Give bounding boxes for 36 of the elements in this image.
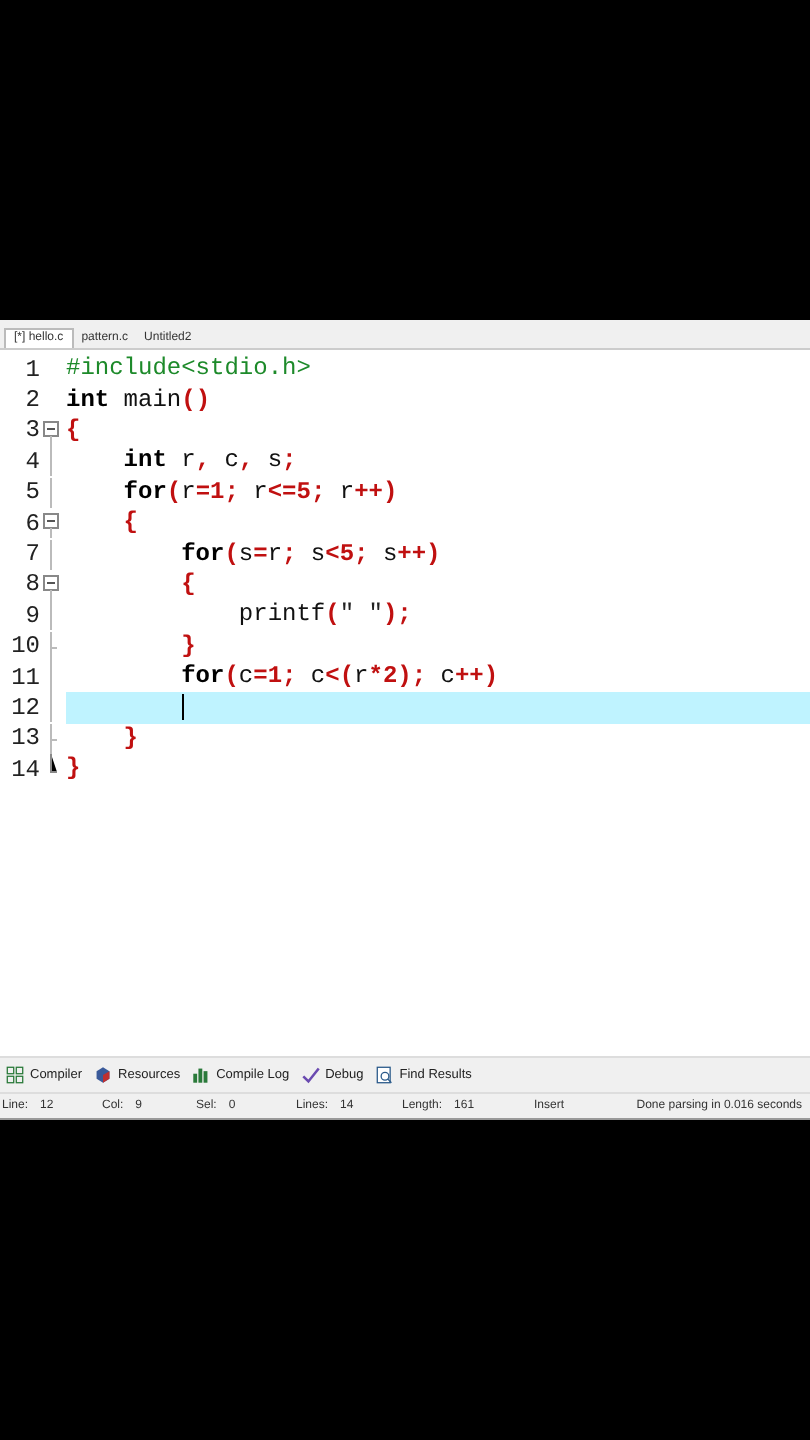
line-number: 1: [23, 355, 40, 384]
line-number: 14: [9, 755, 40, 784]
cube-icon: [94, 1066, 113, 1084]
line-number: 6: [23, 509, 40, 538]
code-line: }: [121, 723, 139, 754]
line-number: 4: [23, 447, 40, 476]
code-line: for(c=1; c<(r*2); c++): [179, 662, 499, 693]
grid-icon: [6, 1066, 24, 1084]
code-line: int r, c, s;: [121, 446, 297, 477]
code-line: }: [66, 754, 81, 785]
line-number: 8: [23, 570, 40, 599]
line-number: 13: [9, 724, 40, 753]
code-line: {: [66, 415, 81, 446]
fold-toggle-icon[interactable]: [42, 569, 60, 600]
find-icon: [375, 1066, 394, 1084]
fold-toggle-icon[interactable]: [42, 415, 60, 446]
code-line: for(r=1; r<=5; r++): [121, 477, 398, 508]
code-line: }: [179, 631, 196, 662]
line-number: 5: [23, 478, 40, 507]
code-line: {: [179, 569, 196, 600]
code-line: int main(): [66, 385, 211, 416]
code-line: #include<stdio.h>: [66, 354, 311, 385]
code-line: {: [121, 508, 139, 539]
bar-chart-icon: [192, 1066, 211, 1084]
line-number: 11: [9, 663, 40, 692]
code-line: printf(" ");: [236, 600, 412, 631]
line-number: 10: [9, 632, 40, 661]
text-cursor: [181, 694, 184, 721]
fold-toggle-icon[interactable]: [42, 508, 60, 539]
line-number: 9: [23, 601, 40, 630]
line-number: 7: [23, 540, 40, 569]
code-line: for(s=r; s<5; s++): [179, 539, 441, 570]
line-number: 3: [23, 416, 40, 445]
checkmark-icon: [301, 1066, 320, 1084]
line-number: 2: [23, 386, 40, 415]
line-number: 12: [9, 693, 40, 722]
